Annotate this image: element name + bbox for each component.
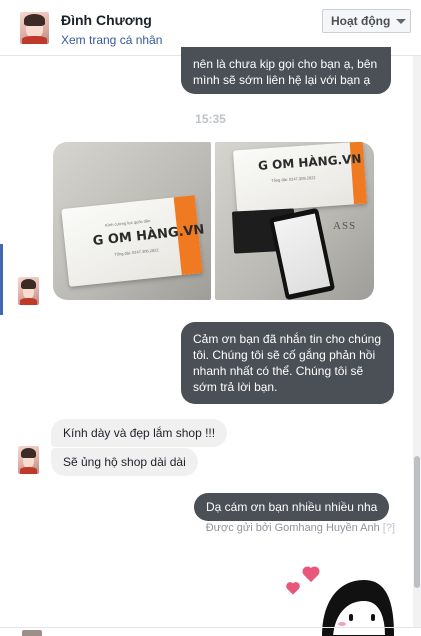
composer-divider bbox=[0, 627, 421, 628]
left-accent-bar bbox=[0, 244, 3, 315]
box-phone: Tổng đài: 0247.308.2822 bbox=[271, 174, 316, 184]
contact-name[interactable]: Đình Chương bbox=[61, 12, 152, 28]
message-line: nên là chưa kịp gọi cho bạn ạ, bên bbox=[193, 57, 378, 71]
box-logo-text: G OM HÀNG.VN bbox=[257, 151, 362, 173]
incoming-message: Kính dày và đẹp lắm shop !!! bbox=[51, 419, 228, 447]
view-profile-link[interactable]: Xem trang cá nhân bbox=[61, 33, 162, 47]
product-box-image: G OM HÀNG.VN Kính cường lực quốc dân Tổn… bbox=[61, 195, 205, 287]
contact-avatar[interactable] bbox=[18, 446, 39, 474]
box-phone: Tổng đài: 0247.308.2822 bbox=[114, 247, 159, 257]
phone-screen-protector-image bbox=[268, 207, 336, 300]
message-line: mình sẽ sớm liên hệ lại với bạn ạ bbox=[193, 73, 371, 87]
girl-with-hearts-sticker bbox=[276, 560, 396, 636]
girl-face-icon bbox=[322, 580, 394, 636]
contact-avatar[interactable] bbox=[20, 12, 49, 44]
status-dropdown-button[interactable]: Hoạt động bbox=[322, 9, 411, 33]
outgoing-message: nên là chưa kịp gọi cho bạn ạ, bên mình … bbox=[181, 47, 391, 94]
user-avatar bbox=[22, 630, 42, 636]
status-button-label: Hoạt động bbox=[331, 14, 391, 28]
glass-label-text: ASS bbox=[333, 220, 357, 232]
sent-by-note: Được gửi bởi Gomhang Huyền Anh [?] bbox=[206, 522, 395, 534]
shared-photo[interactable]: G OM HÀNG.VN Kính cường lực quốc dân Tổn… bbox=[53, 142, 211, 300]
contact-avatar[interactable] bbox=[18, 277, 39, 305]
sent-by-text: Được gửi bởi Gomhang Huyền Anh bbox=[205, 522, 380, 534]
message-timestamp: 15:35 bbox=[195, 112, 226, 126]
outgoing-message: Dạ cám ơn bạn nhiều nhiều nha bbox=[194, 493, 390, 521]
help-link[interactable]: [?] bbox=[383, 522, 395, 534]
shared-photo[interactable]: G OM HÀNG.VN Tổng đài: 0247.308.2822 ASS bbox=[215, 142, 374, 300]
incoming-message: Sẽ ủng hộ shop dài dài bbox=[51, 448, 198, 476]
chevron-down-icon bbox=[396, 18, 407, 24]
box-tagline: Kính cường lực quốc dân bbox=[104, 217, 151, 228]
scrollbar-thumb[interactable] bbox=[414, 456, 420, 588]
product-box-image: G OM HÀNG.VN Tổng đài: 0247.308.2822 bbox=[232, 142, 368, 213]
outgoing-message: Cảm ơn bạn đã nhắn tin cho chúng tôi. Ch… bbox=[181, 322, 394, 404]
